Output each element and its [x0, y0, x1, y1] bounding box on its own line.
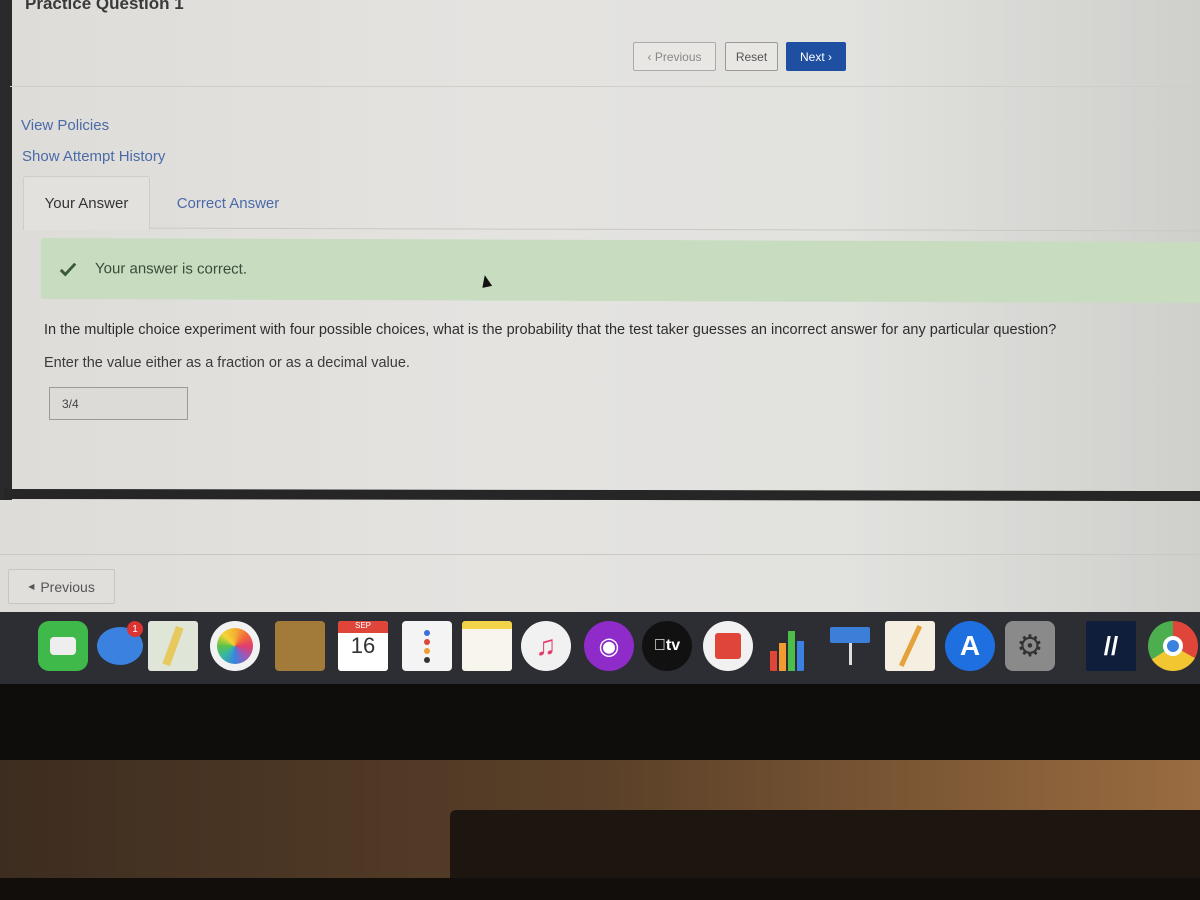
footer-previous-button[interactable]: ◀ Previous [8, 569, 115, 604]
mouse-cursor-icon [479, 274, 493, 288]
triangle-left-icon: ◀ [28, 582, 35, 591]
tab-correct-answer[interactable]: Correct Answer [163, 176, 293, 230]
question-text: In the multiple choice experiment with f… [44, 322, 1057, 338]
messages-icon[interactable]: 1 [95, 621, 145, 671]
news-icon[interactable] [703, 621, 753, 671]
desk-edge [0, 878, 1200, 900]
maps-icon[interactable] [148, 621, 198, 671]
success-message: Your answer is correct. [95, 260, 248, 278]
laptop-bezel [0, 684, 1200, 764]
tv-icon[interactable]: tv [642, 621, 692, 671]
frame-border-bottom [3, 488, 1200, 502]
badge: 1 [127, 621, 143, 637]
success-banner: Your answer is correct. [41, 237, 1200, 304]
question-instructions: Enter the value either as a fraction or … [44, 355, 410, 371]
calendar-icon[interactable]: SEP 16 [338, 621, 388, 671]
header-divider [10, 86, 1200, 87]
webassign-icon[interactable]: // [1086, 621, 1136, 671]
reset-button[interactable]: Reset [725, 42, 778, 71]
apple-logo-icon:  [654, 637, 666, 655]
contacts-icon[interactable] [275, 621, 325, 671]
app-store-icon[interactable]: A [945, 621, 995, 671]
footer-divider [0, 554, 1200, 555]
answer-input[interactable] [49, 387, 188, 420]
photos-icon[interactable] [210, 621, 260, 671]
numbers-icon[interactable] [762, 621, 812, 671]
reminders-icon[interactable] [402, 621, 452, 671]
previous-button[interactable]: ‹ Previous [633, 42, 716, 71]
music-icon[interactable]: ♫ [521, 621, 571, 671]
checkmark-icon [59, 262, 77, 277]
pages-icon[interactable] [885, 621, 935, 671]
page-title: Practice Question 1 [25, 0, 184, 13]
macos-dock: 1 SEP 16 ♫ ◉ tv A ⚙ // [0, 612, 1200, 684]
view-policies-link[interactable]: View Policies [21, 117, 109, 134]
notes-icon[interactable] [462, 621, 512, 671]
tab-your-answer[interactable]: Your Answer [23, 176, 150, 230]
system-preferences-icon[interactable]: ⚙ [1005, 621, 1055, 671]
answer-tabs: Your Answer Correct Answer [23, 176, 1200, 232]
chrome-icon[interactable] [1148, 621, 1198, 671]
next-button[interactable]: Next › [786, 42, 846, 71]
show-attempt-history-link[interactable]: Show Attempt History [22, 148, 165, 165]
facetime-icon[interactable] [38, 621, 88, 671]
tab-divider [149, 227, 1200, 232]
browser-screen: Practice Question 1 ‹ Previous Reset Nex… [0, 0, 1200, 612]
chevron-right-icon: › [824, 49, 833, 64]
keynote-icon[interactable] [825, 621, 875, 671]
podcasts-icon[interactable]: ◉ [584, 621, 634, 671]
frame-border [0, 0, 12, 500]
chevron-left-icon: ‹ [647, 49, 655, 64]
